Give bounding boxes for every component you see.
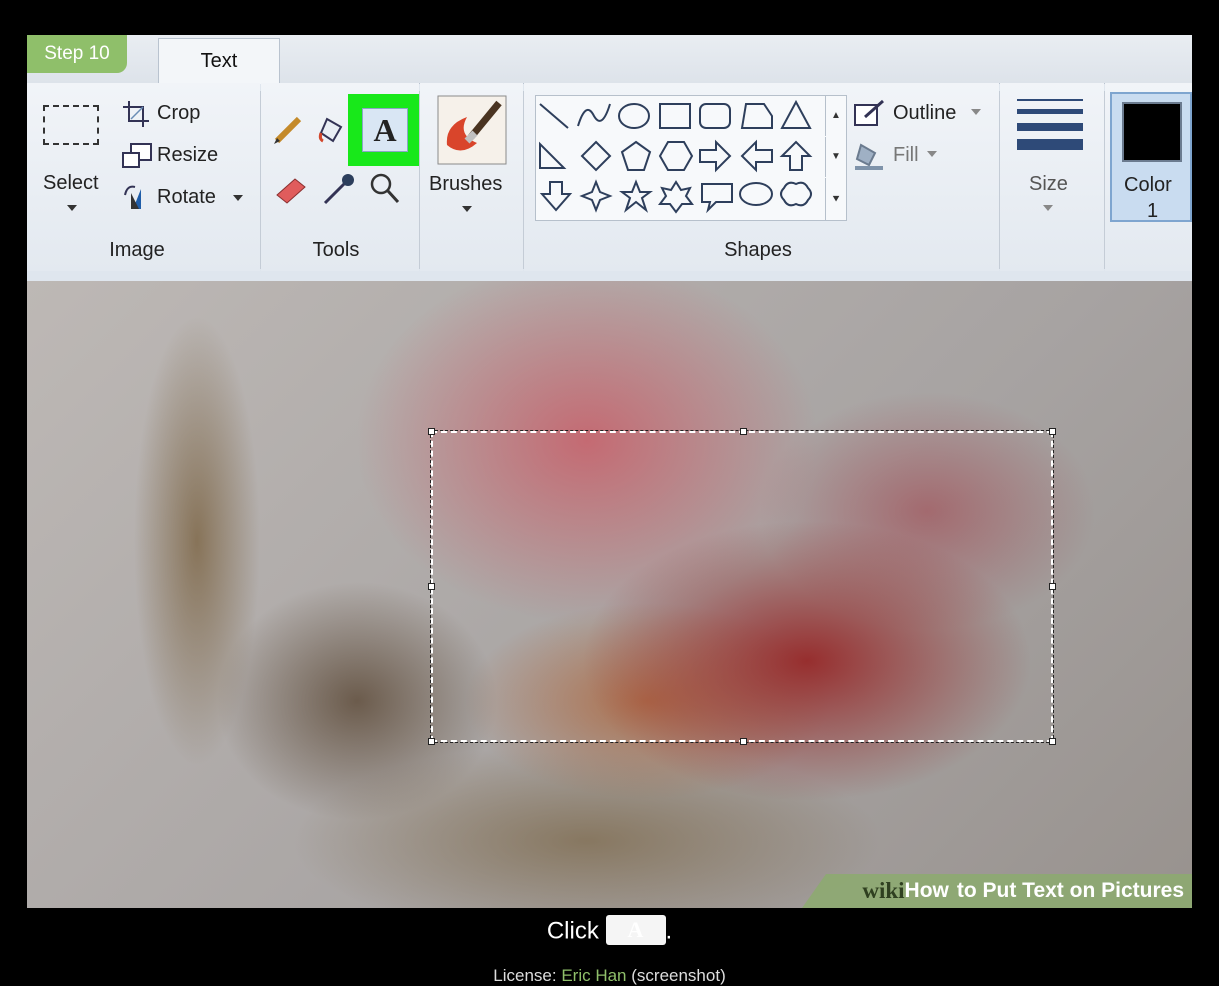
pentagon-shape-icon: [620, 140, 652, 171]
size-lines-icon: [1017, 99, 1083, 150]
brushes-dropdown-icon: [462, 206, 472, 212]
shapes-gallery[interactable]: ▲ ▼ ⯆: [535, 95, 847, 221]
text-tool-button[interactable]: A: [348, 94, 422, 166]
step-caption: Click A.: [0, 915, 1219, 947]
color-number: 1: [1147, 200, 1159, 222]
step-badge: Step 10: [27, 35, 127, 73]
color-picker-icon[interactable]: [321, 171, 357, 207]
watermark-title: to Put Text on Pictures: [956, 879, 1184, 902]
current-color-swatch: [1122, 102, 1182, 162]
magnifier-icon[interactable]: [367, 171, 403, 207]
resize-label: Resize: [157, 144, 219, 166]
text-tool-icon: A: [373, 111, 397, 148]
rectangle-shape-icon: [659, 103, 691, 129]
tab-bar: Step 10 Text: [27, 35, 1192, 84]
fill-label: Fill: [893, 144, 919, 166]
resize-handle[interactable]: [1049, 583, 1056, 590]
resize-handle[interactable]: [1049, 738, 1056, 745]
left-arrow-shape-icon: [740, 139, 773, 173]
select-rect-icon: [43, 105, 99, 145]
eraser-icon[interactable]: [273, 173, 309, 205]
screenshot-frame: Step 10 Text Select Crop Resize Rotate I…: [27, 35, 1192, 908]
rotate-icon: [124, 185, 141, 209]
down-arrow-shape-icon: [539, 181, 573, 212]
color-label: Color: [1124, 174, 1172, 196]
color-1-button[interactable]: Color 1: [1110, 92, 1192, 222]
triangle-shape-icon: [780, 99, 812, 129]
select-dropdown-icon: [67, 205, 77, 211]
crop-label: Crop: [157, 102, 201, 124]
rotate-button[interactable]: Rotate: [121, 183, 256, 215]
six-point-star-icon: [658, 180, 694, 214]
outline-dropdown-icon: [971, 109, 981, 115]
caption-text-button-image: A: [605, 915, 666, 945]
image-canvas[interactable]: wiki How to Put Text on Pictures: [27, 281, 1192, 908]
line-shape-icon: [539, 103, 569, 129]
shapes-group-label: Shapes: [724, 239, 792, 261]
polygon-shape-icon: [740, 103, 773, 129]
license-line: License: Eric Han (screenshot): [0, 966, 1219, 986]
outline-label: Outline: [893, 102, 957, 124]
resize-handle[interactable]: [740, 428, 747, 435]
rotate-label: Rotate: [157, 186, 216, 208]
tab-text[interactable]: Text: [158, 38, 280, 84]
image-group-label: Image: [109, 239, 165, 261]
caption-prefix: Click: [546, 917, 599, 945]
fill-dropdown-icon: [927, 151, 937, 157]
select-label: Select: [43, 172, 99, 194]
select-button[interactable]: Select: [37, 99, 107, 224]
callout-oval-icon: [739, 182, 773, 206]
text-tool-inner: A: [362, 108, 408, 152]
five-point-star-icon: [619, 179, 653, 213]
crop-icon: [123, 101, 149, 127]
four-point-star-icon: [579, 179, 613, 213]
tools-group-label: Tools: [312, 239, 360, 261]
brush-icon: [437, 95, 507, 165]
outline-icon: [854, 99, 884, 126]
resize-handle[interactable]: [428, 738, 435, 745]
shapes-gallery-icons: [539, 99, 813, 214]
size-dropdown-icon: [1043, 205, 1053, 211]
text-box-selection[interactable]: [428, 428, 1056, 745]
rounded-rect-shape-icon: [699, 103, 731, 129]
resize-icon: [122, 143, 152, 168]
resize-button[interactable]: Resize: [121, 141, 251, 173]
pencil-icon[interactable]: [271, 111, 307, 147]
fill-button[interactable]: Fill: [853, 141, 963, 173]
resize-handle[interactable]: [428, 583, 435, 590]
callout-rect-icon: [701, 183, 733, 214]
caption-suffix: .: [665, 917, 673, 945]
rotate-dropdown-icon: [233, 195, 243, 201]
size-label: Size: [1029, 173, 1068, 195]
hexagon-shape-icon: [658, 141, 694, 171]
brushes-label: Brushes: [429, 173, 503, 195]
watermark-wiki: wiki: [862, 878, 905, 903]
brushes-button[interactable]: Brushes: [427, 93, 519, 223]
resize-handle[interactable]: [428, 428, 435, 435]
size-button[interactable]: Size: [1007, 93, 1097, 223]
callout-cloud-icon: [780, 181, 812, 207]
crop-button[interactable]: Crop: [121, 99, 251, 131]
oval-shape-icon: [618, 103, 650, 129]
diamond-shape-icon: [580, 140, 612, 172]
right-arrow-shape-icon: [699, 139, 732, 173]
ribbon: Step 10 Text Select Crop Resize Rotate I…: [27, 35, 1192, 281]
curve-shape-icon: [577, 103, 611, 127]
outline-button[interactable]: Outline: [853, 99, 988, 131]
resize-handle[interactable]: [1049, 428, 1056, 435]
right-triangle-shape-icon: [539, 141, 567, 169]
watermark-how: How: [904, 879, 949, 902]
gallery-scroll-up[interactable]: ▲: [825, 96, 846, 136]
up-arrow-shape-icon: [779, 140, 813, 171]
fill-icon: [855, 143, 883, 170]
gallery-scroll-down[interactable]: ▼: [825, 137, 846, 177]
wikihow-watermark: wiki How to Put Text on Pictures: [802, 874, 1192, 908]
gallery-expand[interactable]: ⯆: [825, 178, 846, 220]
resize-handle[interactable]: [740, 738, 747, 745]
